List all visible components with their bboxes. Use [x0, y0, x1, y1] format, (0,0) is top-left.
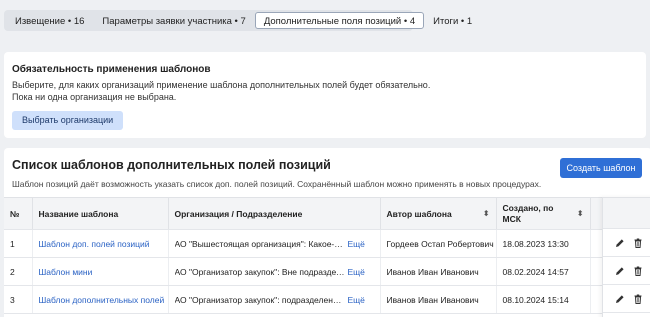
table-row: 3 Шаблон дополнительных полей АО "Органи… — [4, 285, 650, 314]
row-org: АО "Организатор закупок": Вне подразделе… — [168, 257, 381, 286]
table-row: 2 Шаблон мини АО "Организатор закупок": … — [4, 257, 650, 286]
col-created[interactable]: Создано, по МСК ⬍ — [496, 197, 591, 230]
col-num: № — [4, 197, 33, 230]
row-num: 2 — [4, 257, 33, 286]
row-actions — [603, 257, 650, 285]
row-actions — [603, 285, 650, 313]
more-link[interactable]: Ещё — [348, 239, 365, 249]
row-created: 08.02.2024 14:57 — [496, 257, 591, 286]
edit-icon[interactable] — [615, 294, 625, 304]
table-header-row: № Название шаблона Организация / Подразд… — [4, 197, 650, 230]
more-link[interactable]: Ещё — [348, 295, 365, 305]
sort-icon[interactable]: ⬍ — [577, 209, 584, 218]
row-num: 1 — [4, 229, 33, 258]
templates-list-card: Список шаблонов дополнительных полей поз… — [4, 148, 650, 317]
col-created-label-1: Создано, по — [502, 202, 554, 213]
tab-results[interactable]: Итоги • 1 — [424, 12, 481, 29]
template-name-link[interactable]: Шаблон доп. полей позиций — [32, 229, 169, 258]
org-text: АО "Вышестоящая организация": Какое-то п… — [174, 238, 345, 249]
row-author: Гордеев Остап Робертович — [380, 229, 497, 258]
row-actions — [603, 229, 650, 257]
template-name-link[interactable]: Шаблон мини — [32, 257, 169, 286]
edit-icon[interactable] — [615, 266, 625, 276]
col-org[interactable]: Организация / Подразделение — [168, 197, 381, 230]
row-author: Иванов Иван Иванович — [380, 285, 497, 314]
edit-icon[interactable] — [615, 238, 625, 248]
templates-table: № Название шаблона Организация / Подразд… — [4, 197, 650, 314]
select-organizations-button[interactable]: Выбрать организации — [12, 111, 124, 130]
row-actions-column — [602, 197, 650, 317]
templates-required-card: Обязательность применения шаблонов Выбер… — [4, 52, 646, 138]
templates-required-title: Обязательность применения шаблонов — [12, 64, 211, 75]
col-name[interactable]: Название шаблона — [32, 197, 169, 230]
template-name-link[interactable]: Шаблон дополнительных полей — [32, 285, 169, 314]
tab-additional-fields[interactable]: Дополнительные поля позиций • 4 — [254, 12, 425, 29]
delete-icon[interactable] — [633, 238, 643, 248]
delete-icon[interactable] — [633, 266, 643, 276]
row-num: 3 — [4, 285, 33, 314]
table-row: 1 Шаблон доп. полей позиций АО "Вышестоя… — [4, 229, 650, 258]
more-link[interactable]: Ещё — [348, 267, 365, 277]
templates-list-description: Шаблон позиций даёт возможность указать … — [12, 179, 542, 189]
tab-notice[interactable]: Извещение • 16 — [6, 12, 93, 29]
create-template-button[interactable]: Создать шаблон — [560, 158, 642, 178]
row-org: АО "Организатор закупок": подразделение … — [168, 285, 381, 314]
templates-required-text: Выберите, для каких организаций применен… — [12, 80, 431, 90]
templates-required-status: Пока ни одна организация не выбрана. — [12, 91, 177, 102]
row-org: АО "Вышестоящая организация": Какое-то п… — [168, 229, 381, 258]
org-text: АО "Организатор закупок": Вне подразделе… — [174, 266, 345, 277]
row-author: Иванов Иван Иванович — [380, 257, 497, 286]
tab-bar: Извещение • 16 Параметры заявки участник… — [4, 10, 472, 31]
actions-header — [603, 197, 650, 229]
col-author[interactable]: Автор шаблона ⬍ — [380, 197, 497, 230]
row-created: 18.08.2023 13:30 — [496, 229, 591, 258]
col-author-label: Автор шаблона — [386, 208, 452, 219]
org-text: АО "Организатор закупок": подразделение … — [174, 294, 345, 305]
templates-list-title: Список шаблонов дополнительных полей поз… — [12, 158, 331, 172]
delete-icon[interactable] — [633, 294, 643, 304]
row-created: 08.10.2024 15:14 — [496, 285, 591, 314]
col-created-label-2: МСК — [502, 213, 521, 224]
sort-icon[interactable]: ⬍ — [483, 209, 490, 218]
tab-participant-params[interactable]: Параметры заявки участника • 7 — [93, 12, 254, 29]
